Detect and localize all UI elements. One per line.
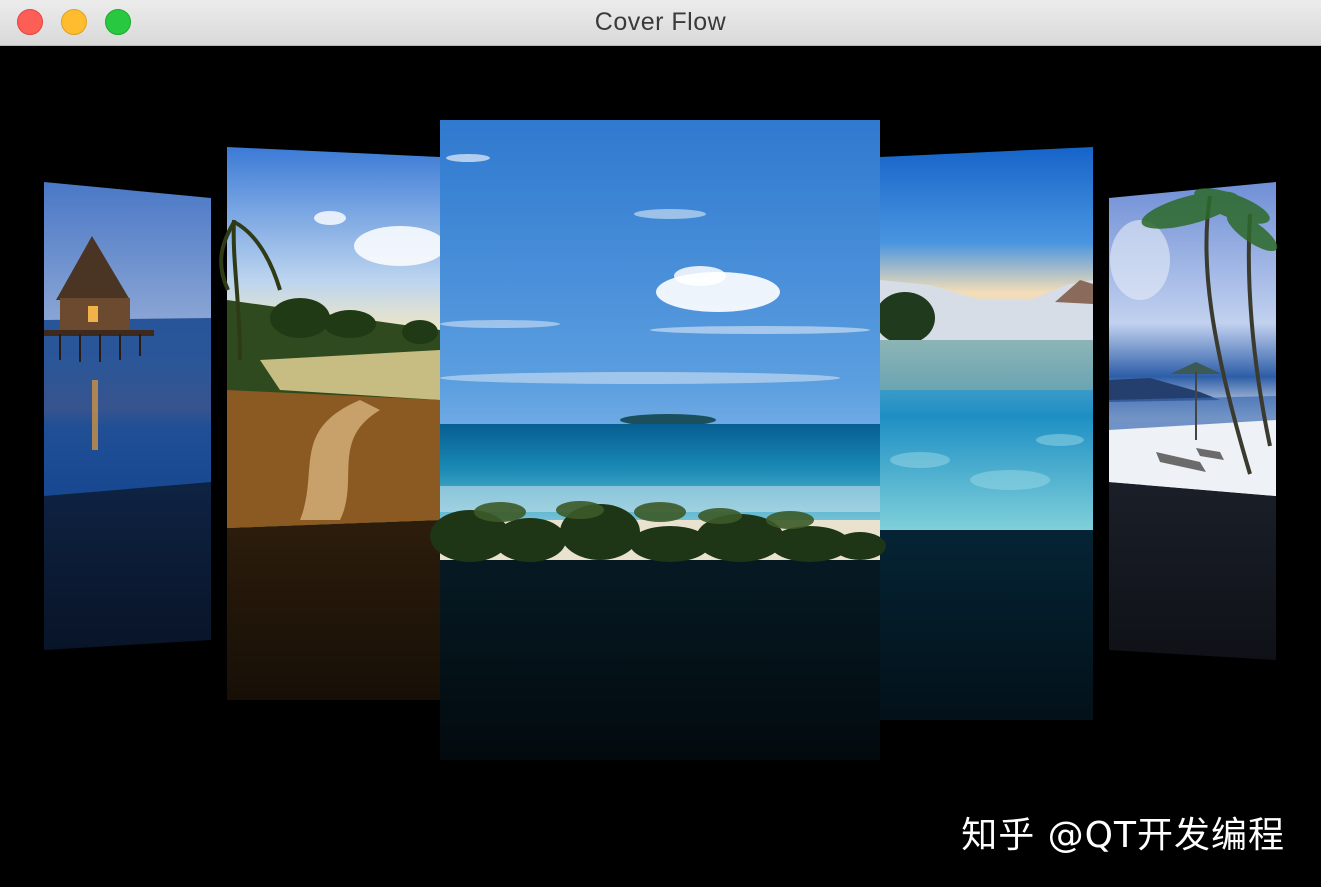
cover-palm-beach[interactable] (1109, 181, 1282, 496)
cover-overwater-bungalow[interactable] (44, 182, 211, 496)
title-bar[interactable]: Cover Flow (0, 0, 1321, 46)
watermark-text: 知乎 @QT开发编程 (961, 815, 1285, 856)
cover-tropical-path[interactable] (219, 147, 446, 528)
cover-flow-stage[interactable] (0, 46, 1321, 887)
cover-flow-canvas (44, 120, 1282, 760)
cover-flow-window: Cover Flow 知乎 @QT开发编程 (0, 0, 1321, 887)
window-title: Cover Flow (594, 8, 727, 36)
cover-ocean-beach[interactable] (430, 120, 886, 562)
cover-mountain-lake[interactable] (875, 147, 1093, 530)
